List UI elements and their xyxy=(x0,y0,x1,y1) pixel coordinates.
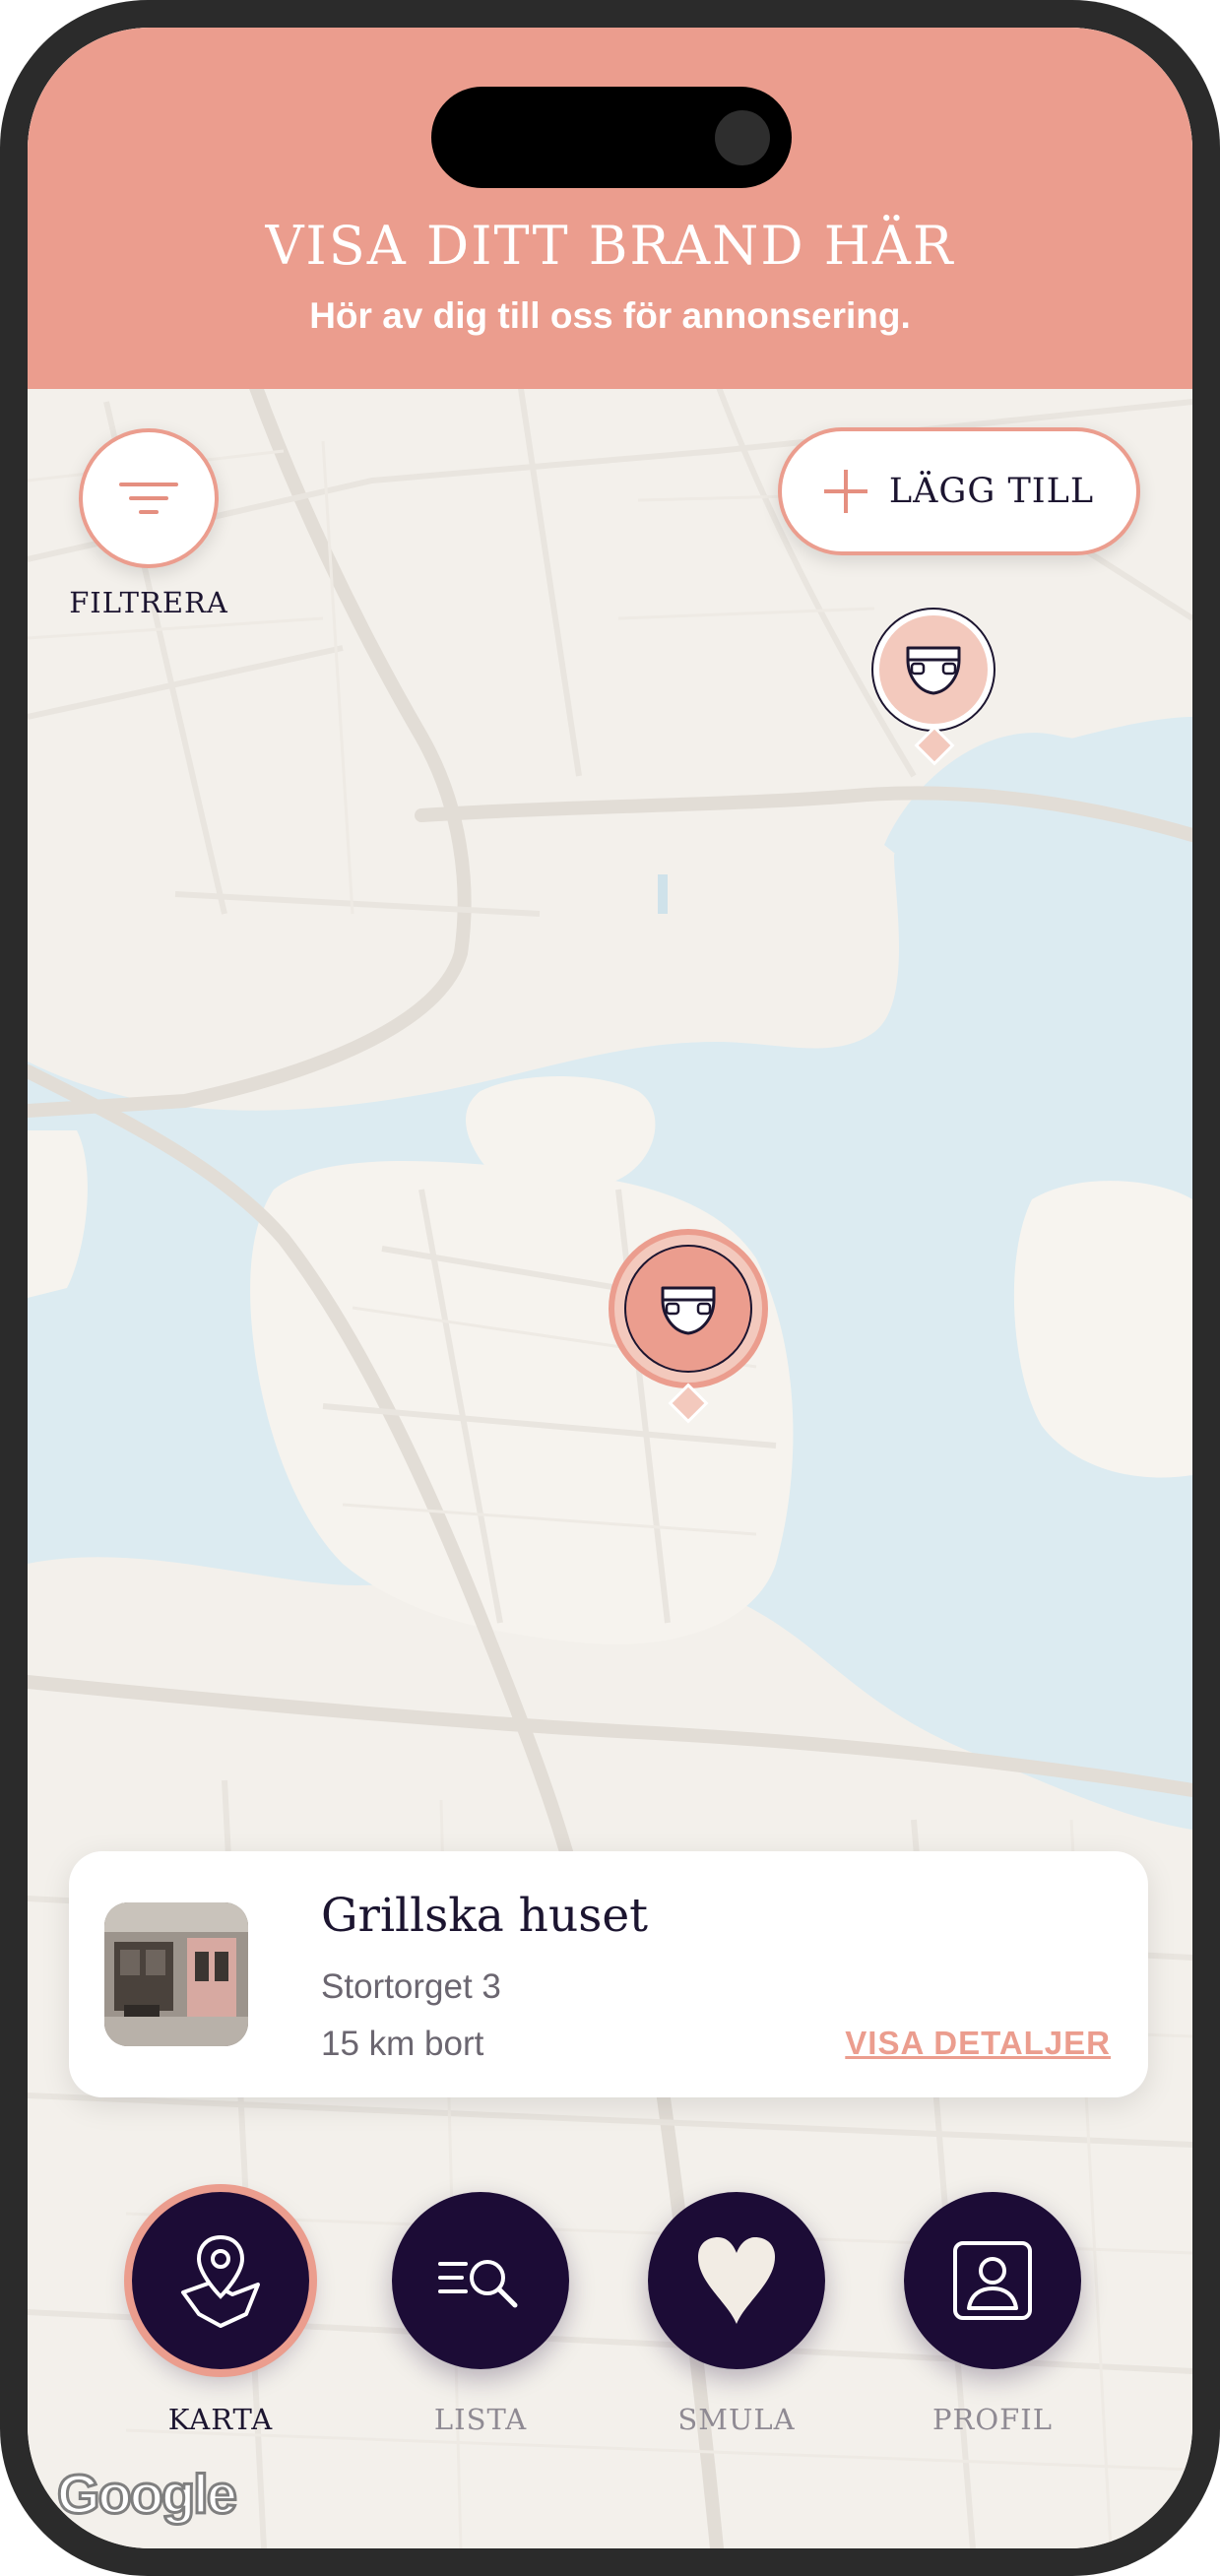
nav-label-lista: LISTA xyxy=(433,2403,528,2436)
place-distance: 15 km bort xyxy=(321,2025,484,2063)
map-marker[interactable] xyxy=(870,607,996,774)
nav-label-profil: PROFIL xyxy=(932,2403,1053,2436)
banner-title: VISA DITT BRAND HÄR xyxy=(265,215,955,277)
place-title: Grillska huset xyxy=(321,1889,649,1943)
app-screen: VISA DITT BRAND HÄR Hör av dig till oss … xyxy=(28,28,1192,2548)
nav-button-lista[interactable] xyxy=(392,2192,569,2369)
map-island xyxy=(466,1076,656,1191)
dynamic-island xyxy=(431,87,792,188)
filter-icon xyxy=(119,483,178,514)
list-search-icon xyxy=(438,2260,518,2308)
nav-button-profil[interactable] xyxy=(904,2192,1081,2369)
nav-label-smula: SMULA xyxy=(677,2403,796,2436)
front-camera xyxy=(715,110,770,165)
filter-label: FILTRERA xyxy=(69,586,228,619)
place-card[interactable]: Grillska huset Stortorget 3 15 km bort V… xyxy=(69,1851,1148,2097)
view-details-link[interactable]: VISA DETALJER xyxy=(845,2025,1111,2062)
plus-icon xyxy=(823,470,867,513)
nav-button-smula[interactable] xyxy=(648,2192,825,2369)
nav-item-lista[interactable]: LISTA xyxy=(372,2192,589,2448)
nav-item-smula[interactable]: SMULA xyxy=(628,2192,845,2448)
banner-subtitle: Hör av dig till oss för annonsering. xyxy=(309,295,911,336)
map-pin-icon xyxy=(181,2234,260,2328)
place-photo xyxy=(104,1902,248,2046)
filter-button[interactable] xyxy=(79,428,219,568)
place-address: Stortorget 3 xyxy=(321,1967,501,2006)
heart-icon xyxy=(698,2237,775,2324)
add-place-button[interactable]: LÄGG TILL xyxy=(778,427,1140,555)
nav-button-karta[interactable] xyxy=(132,2192,309,2369)
add-place-label: LÄGG TILL xyxy=(888,472,1095,511)
nav-item-karta[interactable]: KARTA xyxy=(112,2192,329,2448)
ad-banner[interactable]: VISA DITT BRAND HÄR Hör av dig till oss … xyxy=(28,28,1192,389)
nav-item-profil[interactable]: PROFIL xyxy=(884,2192,1101,2448)
google-attribution: Google xyxy=(56,2462,239,2527)
nav-label-karta: KARTA xyxy=(167,2403,274,2436)
map-marker-selected[interactable] xyxy=(607,1227,770,1438)
profile-icon xyxy=(953,2241,1032,2320)
